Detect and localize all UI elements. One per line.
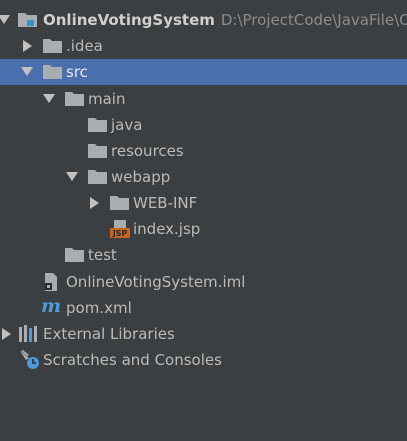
- collapse-arrow-icon[interactable]: [2, 328, 11, 340]
- folder-icon: [65, 247, 84, 266]
- tree-row-iml[interactable]: OnlineVotingSystem.iml: [0, 269, 407, 295]
- iml-file-icon: [43, 273, 59, 295]
- tree-label-src: src: [66, 63, 88, 81]
- folder-icon: [110, 195, 129, 214]
- tree-row-test[interactable]: test: [0, 242, 407, 268]
- tree-row-libs[interactable]: External Libraries: [0, 321, 407, 347]
- tree-label-test: test: [88, 246, 117, 264]
- tree-label-pom: pom.xml: [66, 299, 132, 317]
- tree-row-webapp[interactable]: webapp: [0, 164, 407, 190]
- collapse-arrow-icon[interactable]: [90, 197, 99, 209]
- tree-row-scratches[interactable]: Scratches and Consoles: [0, 347, 407, 373]
- tree-label-root: OnlineVotingSystem D:\ProjectCode\JavaFil…: [43, 10, 407, 30]
- svg-text:JSP: JSP: [112, 229, 128, 238]
- tree-label-indexjsp: index.jsp: [133, 220, 201, 238]
- expand-arrow-icon[interactable]: [0, 15, 10, 24]
- tree-row-indexjsp[interactable]: JSP index.jsp: [0, 216, 407, 242]
- tree-label-main: main: [88, 90, 126, 108]
- tree-row-main[interactable]: main: [0, 86, 407, 112]
- tree-label-idea: .idea: [66, 37, 103, 55]
- project-path: D:\ProjectCode\JavaFile\Onl: [220, 11, 407, 29]
- tree-row-webinf[interactable]: WEB-INF: [0, 190, 407, 216]
- collapse-arrow-icon[interactable]: [23, 40, 32, 52]
- expand-arrow-icon[interactable]: [21, 67, 33, 76]
- module-folder-icon: [18, 12, 37, 31]
- folder-icon: [88, 117, 107, 136]
- expand-arrow-icon[interactable]: [66, 172, 78, 181]
- tree-row-java[interactable]: java: [0, 112, 407, 138]
- tree-label-scratches: Scratches and Consoles: [43, 351, 222, 369]
- folder-icon: [65, 91, 84, 110]
- tree-row-pom[interactable]: m pom.xml: [0, 295, 407, 321]
- library-icon: [19, 325, 39, 346]
- tree-label-iml: OnlineVotingSystem.iml: [66, 273, 246, 291]
- tree-label-webinf: WEB-INF: [133, 194, 198, 212]
- jsp-file-icon: JSP: [110, 220, 130, 242]
- tree-row-src[interactable]: src: [0, 59, 407, 85]
- folder-icon: [43, 64, 62, 83]
- tree-row-idea[interactable]: .idea: [0, 33, 407, 59]
- tree-label-libs: External Libraries: [43, 325, 175, 343]
- folder-icon: [43, 38, 62, 57]
- folder-icon: [88, 169, 107, 188]
- tree-label-resources: resources: [111, 142, 184, 160]
- scratches-icon: [19, 349, 41, 374]
- tree-label-webapp: webapp: [111, 168, 171, 186]
- expand-arrow-icon[interactable]: [43, 94, 55, 103]
- maven-icon: m: [41, 295, 62, 317]
- tree-row-root[interactable]: OnlineVotingSystem D:\ProjectCode\JavaFil…: [0, 7, 407, 33]
- tree-row-resources[interactable]: resources: [0, 138, 407, 164]
- folder-icon: [88, 143, 107, 162]
- tree-label-java: java: [111, 116, 143, 134]
